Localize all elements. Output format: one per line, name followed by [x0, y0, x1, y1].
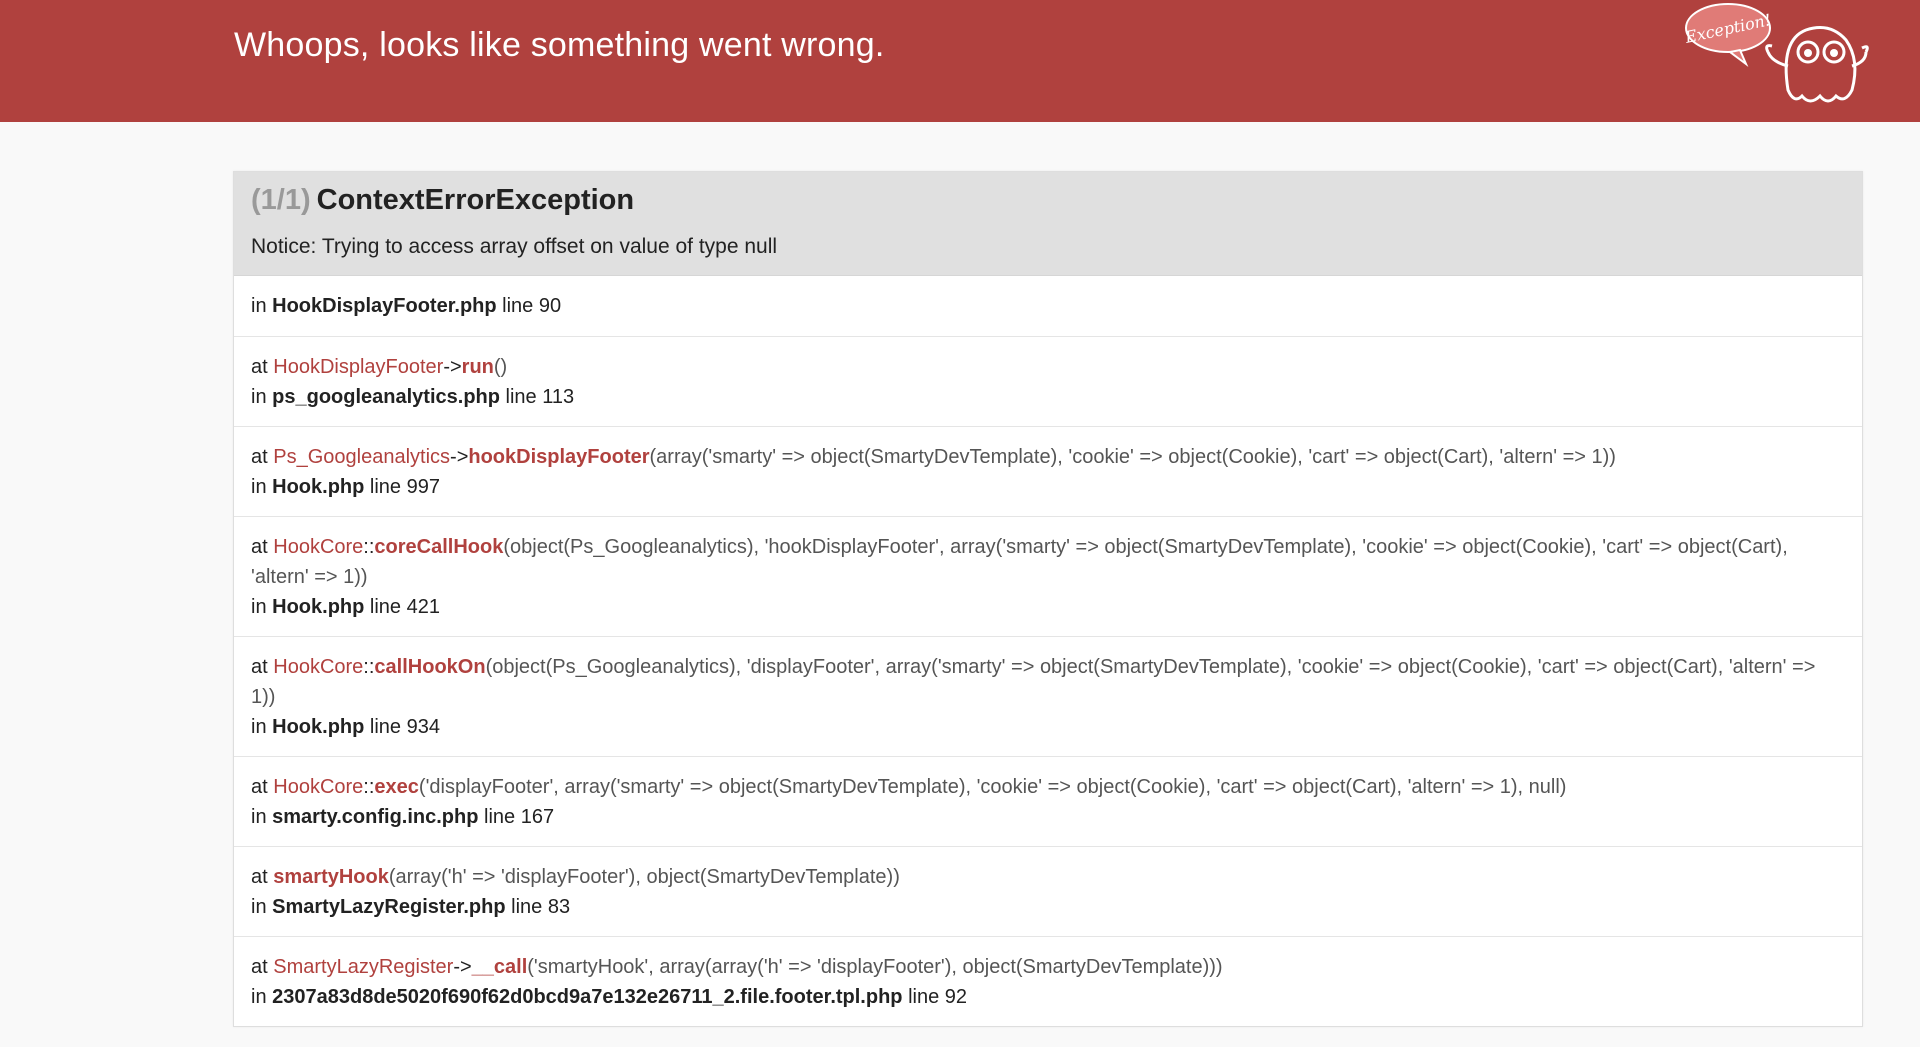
trace-at-label: at [251, 356, 268, 378]
trace-at-label: at [251, 956, 268, 978]
trace-function: exec [374, 776, 419, 798]
exception-message: Notice: Trying to access array offset on… [251, 235, 778, 258]
trace-file: Hook.php [272, 716, 365, 738]
page-title: Whoops, looks like something went wrong. [234, 26, 885, 64]
error-header: Whoops, looks like something went wrong.… [0, 0, 1920, 122]
trace-file: 2307a83d8de5020f690f62d0bcd9a7e132e26711… [272, 986, 903, 1008]
trace-row: at HookDisplayFooter->run() in ps_googlea… [234, 336, 1862, 426]
trace-operator: -> [450, 446, 469, 468]
trace-line: line 997 [369, 476, 440, 498]
trace-at-label: at [251, 446, 268, 468]
trace-operator: :: [363, 656, 375, 678]
trace-operator: :: [363, 776, 375, 798]
trace-at-label: at [251, 866, 268, 888]
trace-operator: -> [453, 956, 472, 978]
trace-at-label: at [251, 536, 268, 558]
trace-line: line 83 [511, 896, 571, 918]
trace-function: callHookOn [374, 656, 486, 678]
trace-args: () [493, 356, 508, 378]
trace-args: (object(Ps_Googleanalytics), 'displayFoo… [251, 656, 1816, 708]
trace-line: line 113 [505, 386, 575, 408]
trace-row: at smartyHook(array('h' => 'displayFoote… [234, 846, 1862, 936]
exception-heading: (1/1) ContextErrorException Notice: Tryin… [234, 172, 1862, 276]
trace-class: HookDisplayFooter [273, 356, 444, 378]
trace-line: line 167 [484, 806, 555, 828]
trace-file: Hook.php [272, 596, 365, 618]
trace-row: at SmartyLazyRegister->__call('smartyHoo… [234, 936, 1862, 1026]
exception-name: ContextErrorException [316, 184, 635, 216]
trace-in-label: in [251, 295, 267, 317]
trace-file: smarty.config.inc.php [272, 806, 479, 828]
trace-row: at HookCore::coreCallHook(object(Ps_Goog… [234, 516, 1862, 636]
trace-line: line 92 [908, 986, 968, 1008]
trace-in-label: in [251, 806, 267, 828]
trace-row: at HookCore::callHookOn(object(Ps_Google… [234, 636, 1862, 756]
trace-function: hookDisplayFooter [468, 446, 650, 468]
trace-file: ps_googleanalytics.php [272, 386, 500, 408]
ghost-mascot-icon: Exception! [1682, 3, 1869, 103]
trace-file: SmartyLazyRegister.php [272, 896, 506, 918]
trace-in-label: in [251, 986, 267, 1008]
trace-class: Ps_Googleanalytics [273, 446, 451, 468]
trace-class: HookCore [273, 776, 364, 798]
trace-line: line 421 [369, 596, 440, 618]
trace-in-label: in [251, 896, 267, 918]
trace-class: HookCore [273, 656, 364, 678]
trace-function: smartyHook [273, 866, 389, 888]
trace-args: (array('h' => 'displayFooter'), object(S… [388, 866, 900, 888]
trace-operator: :: [363, 536, 375, 558]
trace-class: SmartyLazyRegister [273, 956, 454, 978]
trace-in-label: in [251, 476, 267, 498]
trace-row: at Ps_Googleanalytics->hookDisplayFooter… [234, 426, 1862, 516]
trace-operator: -> [443, 356, 462, 378]
trace-class: HookCore [273, 536, 364, 558]
trace-function: run [461, 356, 494, 378]
trace-args: ('smartyHook', array(array('h' => 'displ… [527, 956, 1223, 978]
trace-in-label: in [251, 716, 267, 738]
trace-in-label: in [251, 596, 267, 618]
trace-file: Hook.php [272, 476, 365, 498]
stack-trace: in HookDisplayFooter.php line 90 at HookD… [234, 276, 1862, 1026]
trace-function: coreCallHook [374, 536, 504, 558]
trace-row: in HookDisplayFooter.php line 90 [234, 276, 1862, 336]
trace-at-label: at [251, 776, 268, 798]
trace-row: at HookCore::exec('displayFooter', array… [234, 756, 1862, 846]
trace-line: line 90 [502, 295, 562, 317]
trace-in-label: in [251, 386, 267, 408]
trace-at-label: at [251, 656, 268, 678]
trace-file: HookDisplayFooter.php [272, 295, 497, 317]
exception-count: (1/1) [251, 184, 311, 216]
exception-panel: (1/1) ContextErrorException Notice: Tryin… [233, 171, 1863, 1027]
trace-function: __call [471, 956, 528, 978]
trace-args: ('displayFooter', array('smarty' => obje… [418, 776, 1567, 798]
trace-line: line 934 [369, 716, 440, 738]
trace-args: (array('smarty' => object(SmartyDevTempl… [649, 446, 1616, 468]
